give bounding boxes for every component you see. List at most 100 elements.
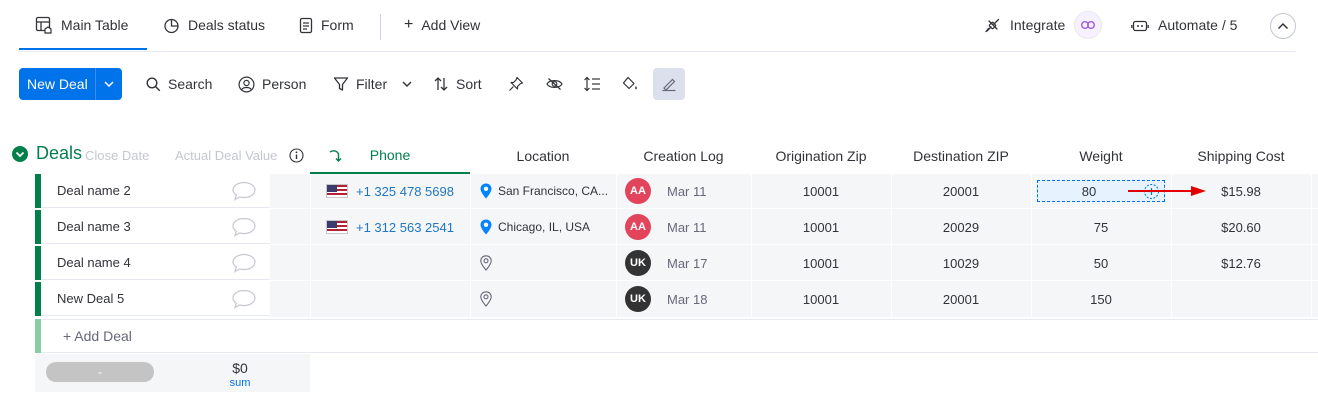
collapse-header-button[interactable] (1270, 13, 1296, 39)
hide-columns-button[interactable] (538, 68, 570, 100)
person-label: Person (262, 76, 307, 92)
zip-value: 10001 (802, 291, 840, 307)
weight-cell[interactable]: 80 (1037, 174, 1141, 208)
weight-cell[interactable]: 50 (1031, 246, 1171, 280)
format-button[interactable] (653, 68, 685, 100)
updates-icon[interactable] (231, 217, 257, 237)
tab-label: Main Table (61, 17, 129, 33)
sort-icon (433, 76, 449, 92)
tab-main-table[interactable]: Main Table (35, 0, 128, 50)
shipping-cost-cell: $20.60 (1171, 210, 1311, 244)
avatar: AA (625, 214, 651, 240)
column-header-creation-log[interactable]: Creation Log (616, 138, 751, 174)
info-icon[interactable] (289, 148, 304, 163)
column-header-phone[interactable]: Phone (310, 138, 470, 174)
filter-button[interactable]: Filter (333, 68, 387, 100)
search-icon (146, 76, 161, 92)
weight-cell[interactable]: 75 (1031, 210, 1171, 244)
tab-deals-status[interactable]: Deals status (163, 0, 265, 50)
sort-label: Sort (456, 76, 482, 92)
us-flag-icon (326, 184, 348, 198)
eye-off-icon (545, 77, 563, 91)
column-label: Creation Log (643, 148, 724, 164)
phone-cell[interactable]: +1 325 478 5698 (326, 174, 454, 208)
zip-value: 20001 (942, 291, 980, 307)
item-name-cell[interactable]: Deal name 4 (41, 246, 270, 280)
location-cell[interactable]: Chicago, IL, USA (480, 210, 590, 244)
color-button[interactable] (614, 68, 646, 100)
creation-log-cell: AA Mar 11 (625, 210, 707, 244)
origination-zip-cell[interactable]: 10001 (751, 282, 891, 316)
row-height-button[interactable] (576, 68, 608, 100)
creation-date: Mar 17 (667, 255, 708, 271)
table-home-icon (35, 16, 53, 34)
location-cell[interactable] (480, 246, 492, 280)
filter-dropdown-button[interactable] (395, 68, 419, 100)
zip-value: 10029 (942, 255, 980, 271)
column-header-shipping-cost[interactable]: Shipping Cost (1171, 138, 1311, 174)
updates-icon[interactable] (231, 289, 257, 309)
creation-log-cell: AA Mar 11 (625, 174, 707, 208)
weight-cell[interactable]: 150 (1031, 282, 1171, 316)
robot-icon (1131, 18, 1149, 33)
phone-cell[interactable]: +1 312 563 2541 (326, 210, 454, 244)
zip-value: 10001 (802, 255, 840, 271)
add-view-button[interactable]: + Add View (404, 0, 480, 50)
zip-value: 10001 (802, 219, 840, 235)
item-name-cell[interactable]: Deal name 2 (41, 174, 270, 208)
collapse-group-icon[interactable] (12, 145, 28, 162)
tab-form[interactable]: Form (299, 0, 354, 50)
column-header-origination-zip[interactable]: Origination Zip (751, 138, 891, 174)
map-pin-outline-icon (480, 255, 492, 271)
destination-zip-cell[interactable]: 20001 (891, 174, 1031, 208)
column-header-weight[interactable]: Weight (1031, 138, 1171, 174)
pin-button[interactable] (500, 68, 532, 100)
shipping-cost: $20.60 (1221, 219, 1261, 235)
updates-icon[interactable] (231, 181, 257, 201)
column-label: Phone (369, 147, 411, 163)
origination-zip-cell[interactable]: 10001 (751, 174, 891, 208)
chevron-up-icon (1277, 22, 1289, 30)
row-divider (270, 244, 1318, 245)
column-header-destination-zip[interactable]: Destination ZIP (891, 138, 1031, 174)
automate-label: Automate / 5 (1158, 17, 1238, 33)
new-item-button[interactable]: New Deal (19, 68, 122, 100)
column-label: Shipping Cost (1197, 148, 1285, 164)
destination-zip-cell[interactable]: 20001 (891, 282, 1031, 316)
column-label: Origination Zip (775, 148, 867, 164)
column-header-location[interactable]: Location (470, 138, 616, 174)
divider (380, 14, 381, 40)
sync-icon (328, 149, 342, 163)
search-button[interactable]: Search (146, 68, 212, 100)
brush-icon (661, 76, 677, 92)
phone-cell[interactable] (310, 246, 470, 280)
creation-log-cell: UK Mar 17 (625, 246, 707, 280)
filter-icon (333, 76, 349, 92)
item-name-cell[interactable]: Deal name 3 (41, 210, 270, 244)
plus-icon: + (404, 16, 414, 33)
summary-function-label[interactable]: sum (200, 377, 280, 389)
add-item-row[interactable]: + Add Deal (41, 319, 1318, 353)
new-item-label: New Deal (27, 76, 88, 92)
destination-zip-cell[interactable]: 20029 (891, 210, 1031, 244)
location-cell[interactable]: San Francisco, CA... (480, 174, 608, 208)
sort-button[interactable]: Sort (433, 68, 482, 100)
weight-value: 150 (1090, 291, 1112, 307)
group-header[interactable]: Deals (12, 143, 82, 164)
column-label: Weight (1079, 148, 1123, 164)
person-filter-button[interactable]: Person (238, 68, 306, 100)
origination-zip-cell[interactable]: 10001 (751, 210, 891, 244)
phone-cell[interactable] (310, 282, 470, 316)
destination-zip-cell[interactable]: 10029 (891, 246, 1031, 280)
shipping-cost: $12.76 (1221, 255, 1261, 271)
origination-zip-cell[interactable]: 10001 (751, 246, 891, 280)
automate-button[interactable]: Automate / 5 (1131, 0, 1237, 50)
integrate-button[interactable]: Integrate (984, 0, 1103, 50)
item-name-cell[interactable]: New Deal 5 (41, 282, 270, 316)
shipping-cost-cell: $12.76 (1171, 246, 1311, 280)
phone-number: +1 325 478 5698 (356, 183, 454, 199)
map-pin-icon (480, 183, 492, 199)
chevron-down-icon[interactable] (95, 68, 122, 100)
location-cell[interactable] (480, 282, 492, 316)
updates-icon[interactable] (231, 253, 257, 273)
